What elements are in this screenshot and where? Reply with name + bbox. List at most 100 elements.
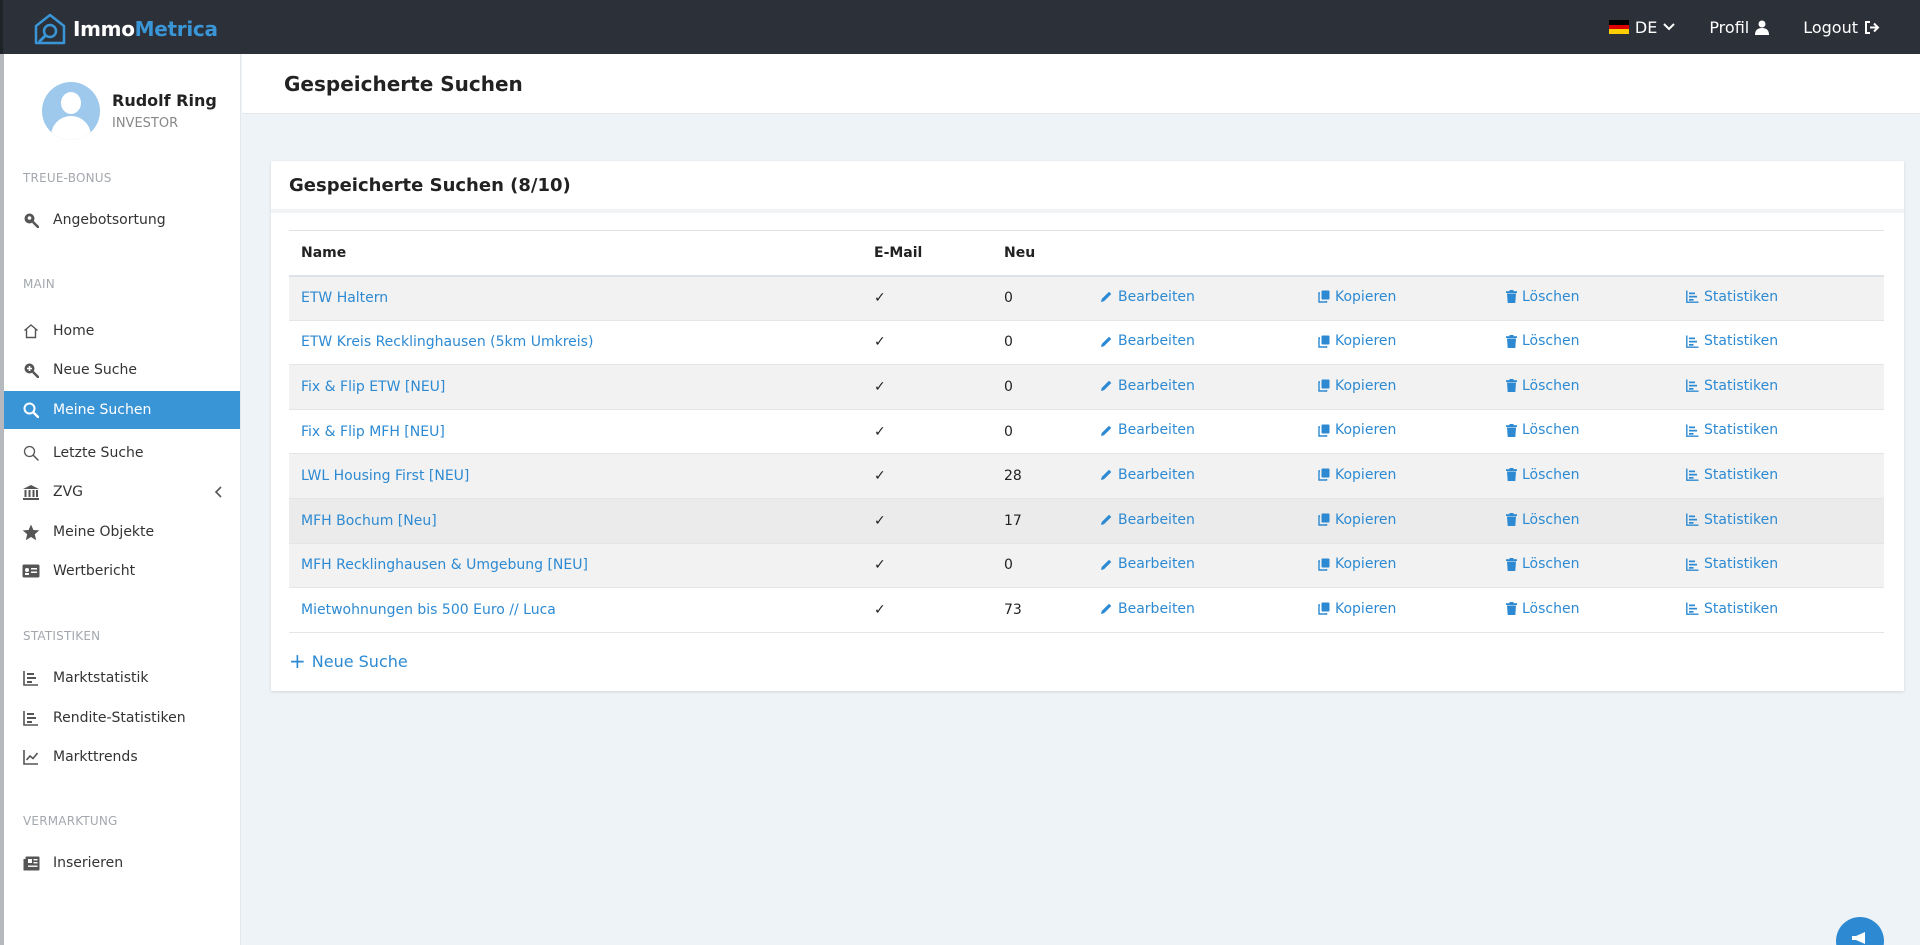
add-search-button[interactable]: + Neue Suche: [289, 649, 408, 673]
delete-button[interactable]: Löschen: [1506, 422, 1579, 438]
search-plus-icon: [22, 361, 40, 379]
star-icon: [22, 523, 40, 541]
sidebar-item-label: Letzte Suche: [53, 445, 144, 461]
trash-icon: [1506, 513, 1517, 527]
language-selector[interactable]: DE: [1608, 17, 1676, 37]
statistics-button[interactable]: Statistiken: [1686, 556, 1778, 572]
search-name-link[interactable]: Fix & Flip MFH [NEU]: [301, 424, 445, 440]
copy-button[interactable]: Kopieren: [1318, 467, 1396, 483]
table-row: ETW Kreis Recklinghausen (5km Umkreis) ✓ 0…: [289, 320, 1884, 366]
delete-button[interactable]: Löschen: [1506, 467, 1579, 483]
profile-link[interactable]: Profil: [1703, 18, 1770, 37]
cell-delete: Löschen: [1494, 275, 1674, 321]
language-label: DE: [1634, 17, 1658, 37]
cell-stats: Statistiken: [1674, 543, 1884, 589]
sidebar-item-inserieren[interactable]: Inserieren: [4, 844, 240, 882]
search-name-link[interactable]: MFH Recklinghausen & Umgebung [NEU]: [301, 557, 588, 573]
cell-stats: Statistiken: [1674, 320, 1884, 366]
logo[interactable]: ImmoMetrica: [33, 12, 218, 46]
search-name-link[interactable]: Fix & Flip ETW [NEU]: [301, 379, 445, 395]
copy-label: Kopieren: [1335, 333, 1397, 350]
cell-email: ✓: [862, 453, 992, 499]
sidebar-item-label: Markttrends: [53, 749, 138, 765]
edit-button[interactable]: Bearbeiten: [1100, 601, 1195, 617]
section-title-statistiken: STATISTIKEN: [23, 629, 101, 643]
copy-button[interactable]: Kopieren: [1318, 556, 1396, 572]
copy-button[interactable]: Kopieren: [1318, 422, 1396, 438]
cell-new-count: 73: [992, 587, 1088, 633]
cell-delete: Löschen: [1494, 409, 1674, 455]
sidebar-item-meine-objekte[interactable]: Meine Objekte: [4, 513, 240, 551]
edit-button[interactable]: Bearbeiten: [1100, 378, 1195, 394]
delete-label: Löschen: [1522, 333, 1580, 350]
edit-button[interactable]: Bearbeiten: [1100, 333, 1195, 349]
megaphone-icon: [1852, 932, 1865, 944]
copy-button[interactable]: Kopieren: [1318, 512, 1396, 528]
cell-copy: Kopieren: [1306, 498, 1494, 544]
copy-label: Kopieren: [1335, 600, 1397, 617]
logout-link[interactable]: Logout: [1797, 18, 1880, 37]
cell-email: ✓: [862, 543, 992, 589]
statistics-button[interactable]: Statistiken: [1686, 333, 1778, 349]
sidebar-item-wertbericht[interactable]: Wertbericht: [4, 552, 240, 590]
edit-label: Bearbeiten: [1118, 466, 1195, 483]
table-row: MFH Recklinghausen & Umgebung [NEU] ✓ 0 Bea…: [289, 543, 1884, 589]
edit-label: Bearbeiten: [1118, 556, 1195, 573]
cell-new-count: 17: [992, 498, 1088, 544]
delete-button[interactable]: Löschen: [1506, 378, 1579, 394]
copy-button[interactable]: Kopieren: [1318, 289, 1396, 305]
sidebar-item-marktstatistik[interactable]: Marktstatistik: [4, 659, 240, 697]
copy-icon: [1318, 424, 1330, 437]
sidebar-item-home[interactable]: Home: [4, 312, 240, 350]
sidebar-item-meine-suchen[interactable]: Meine Suchen: [4, 391, 240, 429]
cell-edit: Bearbeiten: [1088, 543, 1306, 589]
copy-button[interactable]: Kopieren: [1318, 378, 1396, 394]
section-title-treue-bonus: TREUE-BONUS: [23, 171, 112, 185]
search-name-link[interactable]: Mietwohnungen bis 500 Euro // Luca: [301, 602, 556, 618]
search-name-link[interactable]: LWL Housing First [NEU]: [301, 468, 469, 484]
copy-button[interactable]: Kopieren: [1318, 333, 1396, 349]
cell-edit: Bearbeiten: [1088, 587, 1306, 633]
search-name-link[interactable]: MFH Bochum [Neu]: [301, 513, 437, 529]
bar-chart-icon: [1686, 290, 1699, 304]
statistics-button[interactable]: Statistiken: [1686, 512, 1778, 528]
statistics-button[interactable]: Statistiken: [1686, 601, 1778, 617]
edit-button[interactable]: Bearbeiten: [1100, 289, 1195, 305]
statistics-label: Statistiken: [1704, 556, 1779, 573]
sidebar-item-rendite-statistiken[interactable]: Rendite-Statistiken: [4, 699, 240, 737]
copy-button[interactable]: Kopieren: [1318, 601, 1396, 617]
sidebar-item-neue-suche[interactable]: Neue Suche: [4, 351, 240, 389]
statistics-button[interactable]: Statistiken: [1686, 289, 1778, 305]
cell-edit: Bearbeiten: [1088, 409, 1306, 455]
cell-delete: Löschen: [1494, 364, 1674, 410]
copy-icon: [1318, 379, 1330, 392]
bar-chart-icon: [1686, 602, 1699, 616]
edit-button[interactable]: Bearbeiten: [1100, 556, 1195, 572]
copy-icon: [1318, 602, 1330, 615]
cell-stats: Statistiken: [1674, 587, 1884, 633]
sidebar-item-zvg[interactable]: ZVG: [4, 473, 240, 511]
feedback-button[interactable]: [1836, 917, 1884, 945]
sidebar-item-markttrends[interactable]: Markttrends: [4, 738, 240, 776]
table-row: Fix & Flip MFH [NEU] ✓ 0 Bearbeiten Kopieren…: [289, 409, 1884, 455]
delete-button[interactable]: Löschen: [1506, 556, 1579, 572]
delete-button[interactable]: Löschen: [1506, 333, 1579, 349]
cell-name: MFH Recklinghausen & Umgebung [NEU]: [289, 543, 862, 589]
edit-button[interactable]: Bearbeiten: [1100, 467, 1195, 483]
edit-button[interactable]: Bearbeiten: [1100, 422, 1195, 438]
delete-button[interactable]: Löschen: [1506, 601, 1579, 617]
search-name-link[interactable]: ETW Haltern: [301, 290, 388, 306]
card-divider: [271, 209, 1904, 213]
statistics-button[interactable]: Statistiken: [1686, 422, 1778, 438]
edit-button[interactable]: Bearbeiten: [1100, 512, 1195, 528]
sidebar-item-letzte-suche[interactable]: Letzte Suche: [4, 434, 240, 472]
sidebar-item-angebotsortung[interactable]: Angebotsortung: [4, 201, 240, 239]
logo-text: ImmoMetrica: [73, 17, 218, 41]
statistics-button[interactable]: Statistiken: [1686, 467, 1778, 483]
delete-button[interactable]: Löschen: [1506, 512, 1579, 528]
search-name-link[interactable]: ETW Kreis Recklinghausen (5km Umkreis): [301, 334, 593, 350]
user-profile: Rudolf Ring INVESTOR: [42, 82, 217, 140]
delete-button[interactable]: Löschen: [1506, 289, 1579, 305]
statistics-button[interactable]: Statistiken: [1686, 378, 1778, 394]
cell-name: ETW Kreis Recklinghausen (5km Umkreis): [289, 320, 862, 366]
